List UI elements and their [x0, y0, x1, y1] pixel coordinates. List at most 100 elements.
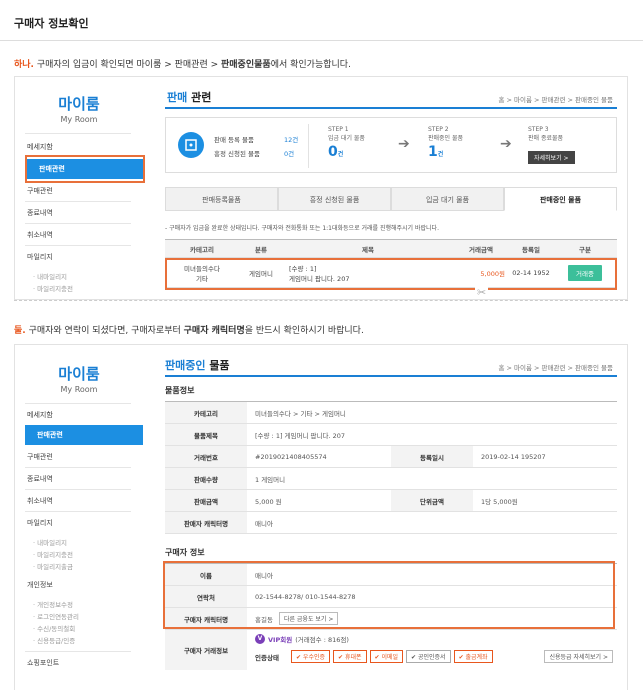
sidebar-item-closed[interactable]: 종료내역 [15, 203, 135, 223]
sidebar-item-personal[interactable]: 개인정보 [15, 575, 135, 595]
arrow-right-icon: ➔ [500, 136, 512, 152]
buyer-row: 구매자 거래정보 V VIP회원 (거래점수 : 816점) 인증상태 ✔ 우수… [165, 630, 617, 670]
divider [25, 201, 131, 202]
goods-value: #2019021408405574 [255, 452, 327, 461]
vip-text: VIP회원 [268, 636, 293, 644]
auth-badge: ✔ 이메일 [369, 650, 404, 663]
sidebar-sub-withdraw[interactable]: · 마일리지출금 [33, 561, 73, 571]
box-icon [178, 132, 204, 158]
sidebar-item-sales[interactable]: 판매관련 [25, 425, 143, 445]
sidebar-sub-edit-info[interactable]: · 개인정보수정 [33, 599, 73, 609]
step-label: 판매중인 물품 [428, 135, 464, 142]
table-header-row: 카테고리 분류 제목 거래금액 등록일 구분 [165, 239, 617, 258]
status-panel: 판매 등록 물품 12건 흥정 신청된 물품 0건 STEP 1 입금 대기 물… [165, 117, 617, 173]
tab-negotiation[interactable]: 흥정 신청된 물품 [278, 187, 391, 211]
sidebar-sub-login-link[interactable]: · 로그인연동관리 [33, 611, 79, 621]
sidebar-sub-credit[interactable]: · 신용등급/인증 [33, 635, 75, 645]
sidebar: 마이룸 My Room 메세지함 판매관련 구매관련 종료내역 취소내역 마일리… [15, 345, 143, 690]
divider [25, 651, 131, 652]
sidebar-sub-charge[interactable]: · 마일리지충전 [33, 283, 73, 293]
notice-text: - 구매자가 입금을 완료한 상태입니다. 구매자와 전화통화 또는 1:1대화… [165, 225, 439, 232]
tab-registered[interactable]: 판매등록물품 [165, 187, 278, 211]
divider [165, 375, 617, 377]
sidebar-item-purchases[interactable]: 구매관련 [15, 181, 135, 201]
step-head: STEP 3 [528, 126, 549, 133]
vip-badge-icon: V [255, 634, 265, 644]
goods-info-table: 카테고리 미녀들의수다 > 기타 > 게임머니 물품제목 [수량 : 1] 게임… [165, 401, 617, 534]
logo-subtitle: My Room [60, 385, 98, 394]
sidebar-sub-charge[interactable]: · 마일리지충전 [33, 549, 73, 559]
step-label: 입금 대기 물품 [328, 135, 365, 142]
sidebar-item-cancel[interactable]: 취소내역 [15, 225, 135, 245]
goods-info-heading: 물품정보 [165, 386, 195, 395]
goods-row: 판매자 캐릭터명 매니아 [165, 512, 617, 534]
sidebar-item-mileage[interactable]: 마일리지 [15, 247, 135, 267]
sidebar-item-closed[interactable]: 종료내역 [15, 469, 135, 489]
status-label: 판매 등록 물품 [214, 136, 255, 144]
goods-row: 물품제목 [수량 : 1] 게임머니 팝니다. 207 [165, 424, 617, 446]
goods-row: 카테고리 미녀들의수다 > 기타 > 게임머니 [165, 402, 617, 424]
sidebar-item-cancel[interactable]: 취소내역 [15, 491, 135, 511]
divider [25, 511, 131, 512]
section-title: 판매중인 물품 [165, 357, 230, 373]
tab-awaiting-payment[interactable]: 입금 대기 물품 [391, 187, 504, 211]
tab-bar: 판매등록물품 흥정 신청된 물품 입금 대기 물품 판매중인 물품 [165, 187, 617, 211]
sidebar-item-mileage[interactable]: 마일리지 [15, 513, 135, 533]
divider [25, 467, 131, 468]
status-count: 12건 [284, 136, 299, 144]
breadcrumb: 홈 > 마이룸 > 판매관련 > 판매중인 물품 [498, 364, 613, 372]
step-count: 0 [328, 144, 338, 160]
sidebar-sub-consent[interactable]: · 수신/동의철회 [33, 623, 75, 633]
sidebar-item-shopping-point[interactable]: 쇼핑포인트 [15, 653, 135, 673]
divider [25, 245, 131, 246]
goods-label: 카테고리 [165, 402, 247, 423]
detail-button[interactable]: 자세히보기 > [528, 151, 575, 164]
sidebar-sub-my-mileage[interactable]: · 내마일리지 [33, 271, 67, 281]
divider [0, 40, 643, 41]
logo-subtitle: My Room [60, 115, 98, 124]
auth-badge: ✔ 공인인증서 [406, 650, 451, 663]
auth-badge: ✔ 우수인증 [291, 650, 331, 663]
goods-label: 판매수량 [165, 468, 247, 489]
divider [25, 223, 131, 224]
vip-score: (거래점수 : 816점) [295, 636, 349, 644]
step-unit: 건 [437, 151, 444, 158]
breadcrumb: 홈 > 마이룸 > 판매관련 > 판매중인 물품 [498, 96, 613, 104]
step-two-a: 구매자와 연락이 되셨다면, 구매자로부터 [25, 326, 184, 336]
buyer-info-heading: 구매자 정보 [165, 548, 205, 557]
goods-row: 판매수량 1 게임머니 [165, 468, 617, 490]
column-header: 카테고리 [165, 239, 239, 258]
divider [14, 300, 628, 301]
arrow-right-icon: ➔ [398, 136, 410, 152]
auth-label: 인증상태 [255, 654, 279, 662]
step-two-b: 구매자 캐릭터명 [183, 326, 245, 336]
sidebar-sub-my-mileage[interactable]: · 내마일리지 [33, 537, 67, 547]
myroom-logo: 마이룸 My Room [21, 363, 137, 394]
tab-selling[interactable]: 판매중인 물품 [504, 187, 617, 211]
auth-badge: ✔ 출금계좌 [453, 650, 493, 663]
auth-badges: ✔ 우수인증 ✔ 휴대폰 ✔ 이메일 ✔ 공인인증서 ✔ 출금계좌 [291, 650, 531, 663]
sidebar: 마이룸 My Room 메세지함 판매관련 구매관련 종료내역 취소내역 마일리… [15, 77, 145, 299]
divider [308, 124, 309, 168]
page-title: 구매자 정보확인 [14, 17, 89, 30]
goods-value: 1당 5,000원 [481, 497, 518, 506]
step-two-number: 둘. [14, 326, 26, 336]
goods-row: 거래번호 #2019021408405574 등록일시 2019-02-14 1… [165, 446, 617, 468]
sidebar-item-messages[interactable]: 메세지함 [15, 405, 135, 425]
goods-value: [수량 : 1] 게임머니 팝니다. 207 [255, 431, 346, 440]
status-line-2: 흥정 신청된 물품 [214, 150, 260, 158]
sidebar-item-purchases[interactable]: 구매관련 [15, 447, 135, 467]
step-card-3: STEP 3 판매 종료물품 [528, 125, 563, 143]
step-count: 1 [428, 144, 438, 160]
vip-line: V VIP회원 (거래점수 : 816점) [255, 634, 349, 644]
divider [25, 403, 131, 404]
divider [165, 107, 617, 109]
step-two-text: 둘. 구매자와 연락이 되셨다면, 구매자로부터 구매자 캐릭터명을 반드시 확… [14, 323, 364, 336]
logo-title: 마이룸 [58, 95, 100, 113]
section-title-accent: 판매중인 [165, 359, 206, 372]
column-header: 분류 [239, 239, 283, 258]
goods-value: 2019-02-14 195207 [481, 452, 546, 461]
credit-detail-button[interactable]: 신용등급 자세히보기 > [544, 650, 613, 663]
step-two-c: 을 반드시 확인하시기 바랍니다. [244, 326, 364, 336]
sidebar-item-messages[interactable]: 메세지함 [15, 137, 135, 157]
